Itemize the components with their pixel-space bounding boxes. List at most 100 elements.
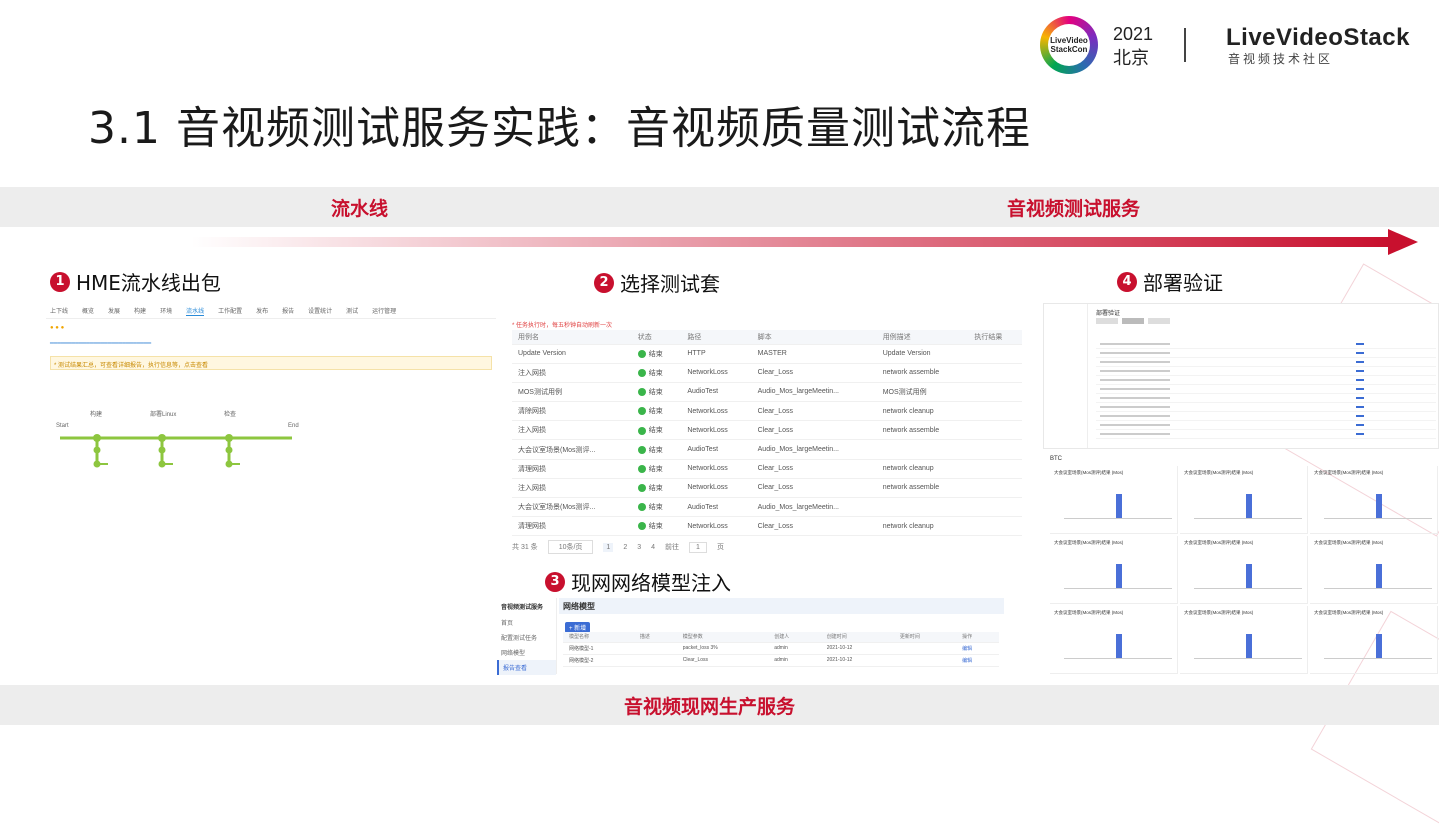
result-chart: 大会议室场景(Mos测评)结果 (Mos) <box>1180 466 1308 534</box>
sidebar-item[interactable]: 首页 <box>497 615 556 630</box>
result-charts-grid: 大会议室场景(Mos测评)结果 (Mos) 大会议室场景(Mos测评)结果 (Mo… <box>1050 466 1439 676</box>
step-number: 1 <box>50 271 70 292</box>
table-row[interactable]: 清除网损 结束 NetworkLoss Clear_Loss network clean… <box>512 401 1022 422</box>
table-cell <box>968 382 1022 403</box>
chart-axis <box>1324 588 1432 589</box>
step-label: 选择测试套 <box>620 272 720 296</box>
pipeline-tab[interactable]: 设置统计 <box>308 306 332 315</box>
sidebar-item[interactable]: 配置测试任务 <box>497 630 556 645</box>
table-row[interactable]: 注入网损 结束 NetworkLoss Clear_Loss network assem… <box>512 420 1022 441</box>
table-row[interactable]: MOS测试用例 结束 AudioTest Audio_Mos_largeMeetin.… <box>512 382 1022 403</box>
conference-city: 北京 <box>1113 48 1149 69</box>
table-cell: 网络模型-2 <box>563 654 634 667</box>
pipeline-end: End <box>288 423 299 429</box>
chart-axis <box>1324 658 1432 659</box>
pipeline-tab[interactable]: 概览 <box>82 306 94 315</box>
table-row[interactable]: 大会议室场景(Mos测评... 结束 AudioTest Audio_Mos_larg… <box>512 439 1022 460</box>
pipeline-label: 流水线 <box>331 198 389 220</box>
table-cell: Update Version <box>512 344 632 364</box>
deploy-tab[interactable] <box>1096 318 1118 324</box>
page-size-select[interactable]: 10条/页 <box>547 540 594 555</box>
pipeline-notice: * 测试结果汇总，可查看详细报告，执行信息等，点击查看 <box>50 356 492 370</box>
table-cell: Clear_Loss <box>751 478 877 499</box>
status-text: 结束 <box>648 427 663 435</box>
table-cell: Audio_Mos_largeMeetin... <box>751 497 877 518</box>
table-cell: MOS测试用例 <box>876 382 969 403</box>
pipeline-tab[interactable]: 报告 <box>282 306 294 315</box>
step-label: 部署验证 <box>1143 271 1223 295</box>
edit-link[interactable]: 编辑 <box>956 654 999 667</box>
deploy-tab[interactable] <box>1122 318 1144 324</box>
table-cell: network assemble <box>876 478 969 499</box>
chart-bar <box>1376 494 1382 518</box>
page-number[interactable]: 2 <box>623 544 627 551</box>
table-cell: 大会议室场景(Mos测评... <box>512 439 632 460</box>
pipeline-tab[interactable]: 上下线 <box>50 306 68 315</box>
table-cell: 结束 <box>631 401 682 422</box>
table-cell: Clear_Loss <box>751 401 877 422</box>
pipeline-subtabs: ● ● ● <box>50 325 65 331</box>
pipeline-screenshot: 上下线 概览 发展 构建 环境 流水线 工作配置 发布 报告 设置统计 测试 运行管理 ● ● ● ━… <box>46 303 496 483</box>
table-cell: Clear_Loss <box>751 363 877 383</box>
table-cell: AudioTest <box>681 382 752 403</box>
status-ok-icon <box>637 484 646 493</box>
table-header-cell: 模型参数 <box>676 632 769 643</box>
table-header-cell: 创建人 <box>768 632 821 643</box>
table-cell: NetworkLoss <box>681 363 752 383</box>
goto-input[interactable]: 1 <box>689 541 707 553</box>
pipeline-tab[interactable]: 构建 <box>134 306 146 315</box>
test-case-table: 用例名 状态 路径 脚本 用例描述 执行结果 Update Version 结束 HTTP MA… <box>512 330 1022 537</box>
table-cell: NetworkLoss <box>681 420 752 441</box>
step-4: 4 部署验证 <box>1117 267 1223 296</box>
table-cell: 清除网损 <box>512 401 632 422</box>
edit-link[interactable]: 编辑 <box>956 642 999 655</box>
pipeline-node-label: 检查 <box>224 412 237 418</box>
pipeline-tab[interactable]: 运行管理 <box>372 306 396 315</box>
status-text: 结束 <box>648 350 663 358</box>
pipeline-tab[interactable]: 流水线 <box>186 306 205 316</box>
status-ok-icon <box>637 503 646 512</box>
table-row[interactable]: 网络模型-1 packet_loss 3% admin 2021-10-12 编辑 <box>563 642 999 655</box>
table-row[interactable]: 注入网损 结束 NetworkLoss Clear_Loss network assem… <box>512 363 1022 383</box>
table-cell: 网络模型-1 <box>563 642 634 655</box>
network-model-sidebar: 音视频测试服务 首页 配置测试任务 网络模型 报告查看 <box>497 598 557 675</box>
result-chart: 大会议室场景(Mos测评)结果 (Mos) <box>1180 606 1308 674</box>
sidebar-item[interactable]: 报告查看 <box>497 660 556 675</box>
status-text: 结束 <box>648 446 663 454</box>
table-cell: Audio_Mos_largeMeetin... <box>751 439 877 460</box>
chart-bar <box>1246 634 1252 658</box>
table-row <box>1096 394 1436 403</box>
table-row[interactable]: 清理网损 结束 NetworkLoss Clear_Loss network clean… <box>512 516 1022 537</box>
chart-title: 大会议室场景(Mos测评)结果 (Mos) <box>1184 610 1254 615</box>
row-link-line <box>1356 379 1364 381</box>
pipeline-tab[interactable]: 发展 <box>108 306 120 315</box>
conference-year: 2021 <box>1113 24 1154 44</box>
chart-axis <box>1324 518 1432 519</box>
row-link-line <box>1356 424 1364 426</box>
chart-bar <box>1246 564 1252 588</box>
pipeline-tab[interactable]: 环境 <box>160 306 172 315</box>
table-row <box>1096 430 1436 439</box>
page-number[interactable]: 4 <box>651 544 655 551</box>
pipeline-tab[interactable]: 发布 <box>256 306 268 315</box>
page-number[interactable]: 1 <box>603 542 614 552</box>
table-row[interactable]: 注入网损 结束 NetworkLoss Clear_Loss network assem… <box>512 478 1022 499</box>
table-row[interactable]: 网络模型-2 Clear_Loss admin 2021-10-12 编辑 <box>563 654 999 667</box>
pipeline-tab[interactable]: 测试 <box>346 306 358 315</box>
deploy-tab[interactable] <box>1148 318 1170 324</box>
table-row[interactable]: Update Version 结束 HTTP MASTER Update Version <box>512 344 1022 364</box>
table-cell <box>893 654 957 667</box>
status-ok-icon <box>637 368 646 377</box>
status-ok-icon <box>637 464 646 473</box>
row-link-line <box>1356 370 1364 372</box>
page-number[interactable]: 3 <box>637 544 641 551</box>
table-row[interactable]: 清理网损 结束 NetworkLoss Clear_Loss network clean… <box>512 459 1022 479</box>
table-cell: Update Version <box>876 344 969 364</box>
charts-section-label: BTC <box>1050 456 1062 462</box>
row-link-line <box>1356 361 1364 363</box>
table-row <box>1096 358 1436 367</box>
table-row[interactable]: 大会议室场景(Mos测评... 结束 AudioTest Audio_Mos_larg… <box>512 497 1022 518</box>
pipeline-tab[interactable]: 工作配置 <box>218 306 242 315</box>
sidebar-item[interactable]: 网络模型 <box>497 645 556 660</box>
step-2: 2 选择测试套 <box>594 268 720 297</box>
